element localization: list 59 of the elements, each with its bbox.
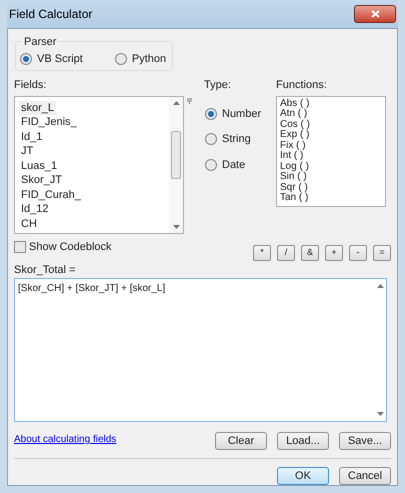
field-item[interactable]: JT [19,144,36,158]
field-item[interactable]: Skor_JT [19,173,64,188]
expression-text: [Skor_CH] + [Skor_JT] + [skor_L] [17,282,166,296]
checkbox[interactable] [14,240,26,253]
radio-label: Python [132,52,166,66]
function-item[interactable]: Tan ( ) [280,193,308,204]
field-item[interactable]: Id_1 [19,130,44,144]
function-item[interactable]: Cos ( ) [280,120,310,130]
dialog-button[interactable]: Save... [339,432,391,450]
function-item[interactable]: Exp ( ) [280,130,310,140]
radio-button[interactable] [205,133,217,146]
scroll-up-icon[interactable] [172,100,180,104]
type-label: Type: [204,78,232,93]
function-item[interactable]: Sqr ( ) [280,182,308,193]
radio-label: Number [222,106,262,122]
function-item[interactable]: Abs ( ) [280,98,310,109]
dialog-button[interactable]: Load... [277,432,329,450]
radio-label: VB Script [37,52,83,66]
function-item[interactable]: Fix ( ) [280,140,306,151]
scroll-down-icon[interactable] [376,412,384,416]
fields-label: Fields: [14,78,48,93]
operator-button[interactable]: = [373,244,391,260]
radio-button[interactable] [20,52,32,65]
field-item[interactable]: Id_12 [19,202,51,216]
operator-button[interactable]: + [325,244,343,260]
operator-button[interactable]: * [253,244,271,260]
operator-button[interactable]: & [301,244,319,260]
radio-button[interactable] [114,52,127,65]
function-item[interactable]: Sin ( ) [280,172,307,182]
field-item[interactable]: FID_Jenis_ [19,115,79,130]
function-item[interactable]: Atn ( ) [280,109,308,120]
field-item[interactable]: CH [19,216,39,231]
radio-label: Date [222,158,246,172]
window-title: Field Calculator [9,6,92,23]
expression-field[interactable]: [Skor_CH] + [Skor_JT] + [skor_L] [14,278,387,422]
scroll-up-icon[interactable] [376,284,384,288]
operator-button[interactable]: / [277,244,295,260]
field-item[interactable]: FID_Curah_ [19,188,83,202]
scrollbar[interactable] [169,96,183,232]
close-icon [370,10,380,18]
function-item[interactable]: Int ( ) [280,151,304,162]
radio-button[interactable] [205,158,217,171]
radio-label: String [222,132,251,147]
field-item[interactable]: skor_L [19,100,56,115]
field-item[interactable]: Luas_1 [19,158,60,173]
radio-button[interactable] [205,108,217,120]
dialog-button[interactable]: Clear [215,432,267,450]
close-button[interactable] [354,5,396,23]
help-link[interactable]: About calculating fields [14,432,116,447]
dialog-button[interactable]: OK [277,467,329,485]
function-item[interactable]: Log ( ) [280,162,309,172]
checkbox-label: Show Codeblock [29,240,112,254]
functions-label: Functions: [276,78,328,93]
operator-button[interactable]: - [349,244,367,260]
scroll-down-icon[interactable] [172,224,180,228]
expression-label: Skor_Total = [14,262,76,278]
scroll-thumb[interactable] [171,130,181,178]
sort-icon[interactable] [187,98,192,104]
dialog-button[interactable]: Cancel [339,467,391,485]
